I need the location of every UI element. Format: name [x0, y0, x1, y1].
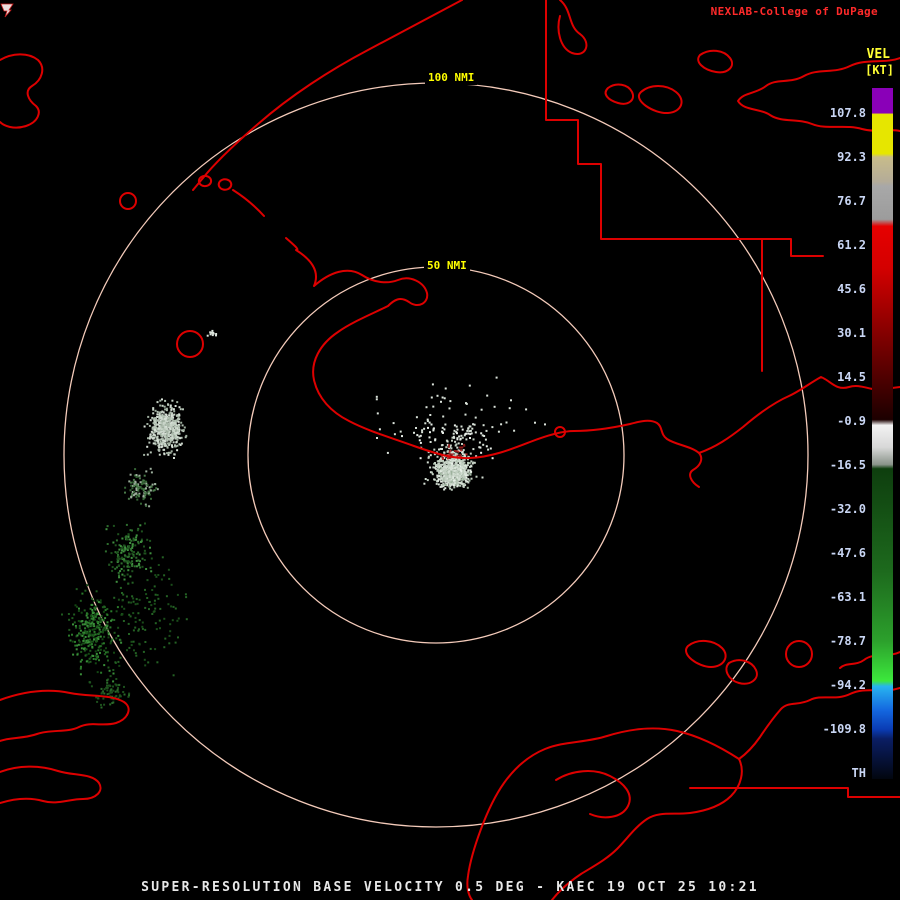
colorbar-tick-label: -47.6 [829, 546, 866, 560]
colorbar-tick-label: -32.0 [829, 502, 866, 516]
boundary-steps-south [689, 787, 900, 798]
island-topright-c [604, 83, 634, 105]
colorbar-tick-label: 92.3 [837, 150, 866, 164]
radar-display: 100 NMI 50 NMI NEXLAB-College of DuPage … [0, 0, 900, 900]
product-title: SUPER-RESOLUTION BASE VELOCITY 0.5 DEG -… [141, 880, 759, 895]
coastline-southwest-a [0, 689, 130, 742]
range-ring-50nmi [247, 266, 625, 644]
island-ring-west [176, 330, 204, 358]
colorbar-tick-label: TH [851, 766, 866, 780]
boundary-steps-north [545, 0, 763, 372]
coastline-south-inner [555, 770, 631, 819]
coastline-south-blob-east [551, 758, 743, 900]
island-cluster-northwest-b [217, 178, 233, 191]
island-southeast-a [685, 640, 727, 668]
coastline-central [285, 237, 703, 488]
unit-label: [KT] [865, 63, 894, 77]
product-label: VEL [866, 47, 890, 62]
colorbar-tick-label: 76.7 [837, 194, 866, 208]
coastline-northwest-arc [192, 0, 463, 191]
colorbar-tick-label: 45.6 [837, 282, 866, 296]
velocity-echoes [61, 329, 546, 709]
island-ring-west-small [119, 192, 137, 210]
island-ring-east [785, 640, 813, 668]
boundary-steps-northeast [761, 238, 824, 257]
island-southeast-b [725, 659, 758, 685]
island-topright-b [697, 49, 734, 74]
island-topright-a [638, 85, 683, 115]
coastline-east [698, 376, 900, 454]
colorbar-tick-label: -0.9 [837, 414, 866, 428]
radar-map [0, 0, 900, 900]
colorbar-tick-label: 30.1 [837, 326, 866, 340]
ring-label-50nmi: 50 NMI [424, 258, 470, 273]
colorbar-tick-label: -63.1 [829, 590, 866, 604]
nexlab-logo-icon [0, 3, 14, 18]
colorbar-tick-label: 61.2 [837, 238, 866, 252]
velocity-colorbar [872, 88, 893, 779]
colorbar-tick-label: -16.5 [829, 458, 866, 472]
coastline-topright-a [557, 0, 588, 55]
ring-label-100nmi: 100 NMI [425, 70, 478, 85]
colorbar-tick-label: -94.2 [829, 678, 866, 692]
colorbar-tick-label: 14.5 [837, 370, 866, 384]
coastline-south-blob-west [466, 727, 740, 900]
colorbar-tick-label: -78.7 [829, 634, 866, 648]
coastline-southwest-b [0, 765, 102, 804]
coastline-northwest-segment [232, 189, 265, 217]
colorbar-tick-label: 107.8 [829, 106, 866, 120]
colorbar-tick-label: -109.8 [822, 722, 866, 736]
coastline-west-upper [0, 53, 44, 129]
nexlab-brand-text: NEXLAB-College of DuPage [710, 5, 878, 18]
